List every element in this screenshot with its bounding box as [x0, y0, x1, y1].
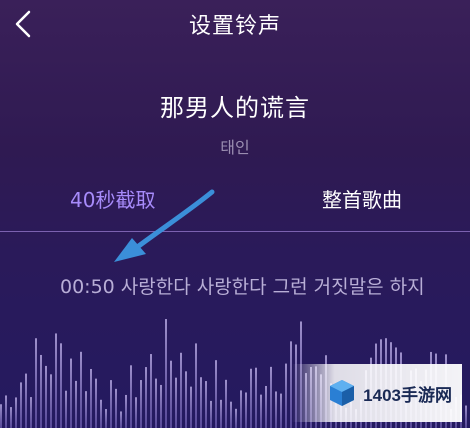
waveform-bar	[120, 411, 122, 428]
waveform-bar	[110, 380, 112, 428]
waveform-bar	[280, 393, 282, 428]
waveform-bar	[165, 319, 167, 428]
waveform-bar	[60, 343, 62, 428]
waveform-bar	[265, 385, 267, 428]
waveform-bar	[40, 354, 42, 428]
waveform-bar	[55, 333, 57, 428]
waveform-bar	[50, 374, 52, 428]
waveform-bar	[150, 354, 152, 428]
song-title: 那男人的谎言	[160, 94, 310, 122]
waveform-bar	[235, 408, 237, 428]
waveform-bar	[205, 381, 207, 428]
waveform-bar	[140, 380, 142, 428]
waveform-bar	[260, 394, 262, 428]
lyric-text: 사랑한다 사랑한다 그런 거짓말은 하지	[120, 276, 425, 298]
waveform-bar	[175, 377, 177, 428]
lyric-line: 00:50 사랑한다 사랑한다 그런 거짓말은 하지	[60, 272, 425, 299]
waveform-bar	[250, 368, 252, 428]
waveform-bar	[115, 388, 117, 428]
waveform-bar	[200, 377, 202, 428]
waveform-bar	[0, 404, 2, 428]
waveform-bar	[225, 379, 227, 428]
waveform-bar	[230, 401, 232, 428]
waveform-bar	[285, 363, 287, 428]
tab-divider	[0, 231, 470, 232]
waveform-bar	[245, 392, 247, 428]
waveform-bar	[65, 390, 67, 428]
watermark: 1403手游网	[292, 364, 462, 422]
waveform-bar	[25, 373, 27, 428]
waveform-bar	[465, 405, 467, 428]
waveform-bar	[15, 397, 17, 428]
artist-name: 태인	[220, 138, 250, 157]
waveform-bar	[180, 352, 182, 428]
waveform-bar	[95, 378, 97, 428]
waveform-bar	[80, 351, 82, 428]
waveform-bar	[70, 358, 72, 428]
waveform-bar	[275, 391, 277, 428]
waveform-bar	[125, 394, 127, 428]
tab-full-song[interactable]: 整首歌曲	[322, 184, 402, 213]
waveform-bar	[35, 338, 37, 428]
waveform-bar	[270, 366, 272, 428]
waveform-bar	[155, 378, 157, 428]
waveform-bar	[135, 397, 137, 428]
waveform-bar	[20, 382, 22, 428]
waveform-bar	[145, 367, 147, 428]
waveform-bar	[220, 399, 222, 428]
waveform-bar	[160, 384, 162, 428]
tab-40s-clip[interactable]: 40秒截取	[70, 184, 155, 213]
waveform-bar	[240, 390, 242, 428]
waveform-bar	[255, 367, 257, 428]
waveform-bar	[215, 360, 217, 428]
waveform-bar	[90, 368, 92, 428]
waveform-bar	[210, 400, 212, 428]
top-bar: 设置铃声	[0, 0, 470, 48]
waveform-bar	[5, 395, 7, 428]
waveform-bar	[185, 371, 187, 428]
waveform-bar	[45, 365, 47, 428]
waveform-bar	[130, 365, 132, 428]
waveform-bar	[170, 360, 172, 428]
waveform-bar	[195, 343, 197, 428]
waveform-bar	[30, 397, 32, 428]
waveform-bar	[75, 380, 77, 428]
waveform-bar	[85, 391, 87, 428]
watermark-text: 1403手游网	[363, 385, 452, 405]
waveform-bar	[100, 399, 102, 428]
waveform-bar	[190, 386, 192, 428]
page-title: 设置铃声	[188, 14, 281, 39]
cube-logo-icon	[330, 380, 355, 406]
waveform-bar	[10, 407, 12, 428]
lyric-timestamp: 00:50	[60, 276, 115, 298]
waveform-bar	[105, 409, 107, 428]
